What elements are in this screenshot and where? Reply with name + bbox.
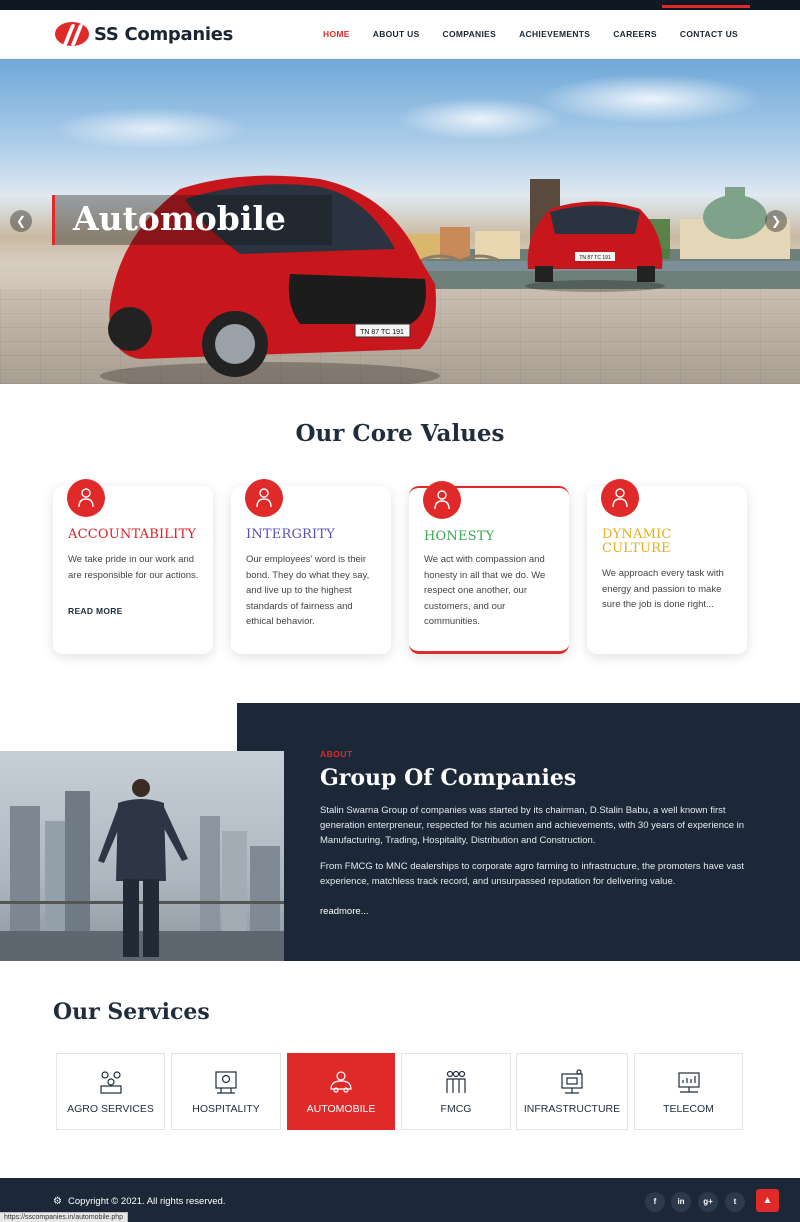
top-strip bbox=[0, 0, 800, 10]
value-card-accountability: ACCOUNTABILITY We take pride in our work… bbox=[53, 479, 213, 654]
value-text: We approach every task with energy and p… bbox=[602, 568, 724, 610]
nav-companies[interactable]: COMPANIES bbox=[443, 29, 497, 39]
nav-contact-us[interactable]: CONTACT US bbox=[680, 29, 738, 39]
nav-about-us[interactable]: ABOUT US bbox=[373, 29, 420, 39]
site-header: SS Companies HOME ABOUT US COMPANIES ACH… bbox=[0, 10, 800, 59]
value-text: Our employees' word is their bond. They … bbox=[246, 554, 370, 627]
telecom-icon bbox=[677, 1072, 700, 1093]
value-text: We take pride in our work and are respon… bbox=[68, 554, 199, 581]
hero-car-rear: TN 87 TC 191 bbox=[525, 201, 665, 292]
next-slide-button[interactable]: ❯ bbox=[765, 210, 787, 232]
logo-text: SS Companies bbox=[94, 23, 234, 45]
about-readmore-link[interactable]: readmore... bbox=[320, 906, 369, 917]
chevron-right-icon: ❯ bbox=[770, 214, 782, 228]
value-card-integrity: INTERGRITY Our employees' word is their … bbox=[231, 479, 391, 654]
hero-caption-text: Automobile bbox=[73, 199, 286, 238]
about-label: ABOUT bbox=[320, 749, 353, 759]
prev-slide-button[interactable]: ❮ bbox=[10, 210, 32, 232]
hero-caption: Automobile bbox=[52, 195, 332, 245]
main-nav: HOME ABOUT US COMPANIES ACHIEVEMENTS CAR… bbox=[300, 29, 738, 39]
logo-mark-icon bbox=[55, 22, 89, 46]
service-fmcg[interactable]: FMCG bbox=[401, 1053, 511, 1130]
about-businessman-image bbox=[0, 751, 284, 961]
service-automobile[interactable]: AUTOMOBILE bbox=[287, 1053, 395, 1130]
service-telecom[interactable]: TELECOM bbox=[634, 1053, 743, 1130]
service-agro[interactable]: AGRO SERVICES bbox=[56, 1053, 165, 1130]
hero-slider: TN 87 TC 191 TN 87 TC 191 Automobile ❮ ❯ bbox=[0, 59, 800, 384]
value-title: ACCOUNTABILITY bbox=[68, 527, 197, 542]
linkedin-icon[interactable]: in bbox=[671, 1192, 691, 1212]
gear-icon: ⚙ bbox=[53, 1196, 62, 1207]
status-bar-url: https://sscompanies.in/automobile.php bbox=[0, 1212, 129, 1222]
copyright-text: Copyright © 2021. All rights reserved. bbox=[67, 1196, 226, 1207]
value-title: HONESTY bbox=[424, 529, 495, 544]
top-accent-bar bbox=[662, 5, 750, 8]
nav-achievements[interactable]: ACHIEVEMENTS bbox=[519, 29, 590, 39]
google-plus-icon[interactable]: g+ bbox=[698, 1192, 718, 1212]
service-hospitality[interactable]: HOSPITALITY bbox=[171, 1053, 281, 1130]
person-badge-icon bbox=[423, 481, 461, 519]
services-title: Our Services bbox=[53, 999, 210, 1025]
value-title: DYNAMIC CULTURE bbox=[602, 527, 672, 556]
nav-careers[interactable]: CAREERS bbox=[613, 29, 657, 39]
about-title: Group Of Companies bbox=[320, 765, 577, 791]
twitter-icon[interactable]: t bbox=[725, 1192, 745, 1212]
service-label: TELECOM bbox=[663, 1103, 714, 1115]
back-to-top-button[interactable]: ▲ bbox=[756, 1189, 779, 1212]
agro-icon bbox=[99, 1071, 122, 1094]
facebook-icon[interactable]: f bbox=[645, 1192, 665, 1212]
service-label: AGRO SERVICES bbox=[67, 1103, 154, 1115]
person-badge-icon bbox=[245, 479, 283, 517]
fmcg-icon bbox=[446, 1070, 466, 1093]
core-values-title: Our Core Values bbox=[295, 420, 505, 447]
read-more-link[interactable]: READ MORE bbox=[68, 606, 123, 616]
automobile-icon bbox=[330, 1071, 352, 1093]
about-paragraph-2: From FMCG to MNC dealerships to corporat… bbox=[320, 861, 744, 887]
logo[interactable]: SS Companies bbox=[55, 22, 233, 46]
person-badge-icon bbox=[601, 479, 639, 517]
infrastructure-icon bbox=[561, 1069, 583, 1094]
service-label: AUTOMOBILE bbox=[306, 1103, 376, 1115]
value-title: INTERGRITY bbox=[246, 527, 336, 542]
value-card-dynamic-culture: DYNAMIC CULTURE We approach every task w… bbox=[587, 479, 747, 654]
value-card-honesty: HONESTY We act with compassion and hones… bbox=[409, 481, 569, 654]
copyright: ⚙ Copyright © 2021. All rights reserved. bbox=[53, 1196, 225, 1207]
rear-plate: TN 87 TC 191 bbox=[579, 255, 611, 261]
front-plate: TN 87 TC 191 bbox=[360, 329, 404, 336]
hospitality-icon bbox=[215, 1071, 237, 1094]
service-label: INFRASTRUCTURE bbox=[523, 1103, 621, 1115]
nav-home[interactable]: HOME bbox=[323, 29, 350, 39]
service-label: FMCG bbox=[440, 1103, 472, 1115]
service-label: HOSPITALITY bbox=[192, 1103, 260, 1115]
service-infrastructure[interactable]: INFRASTRUCTURE bbox=[516, 1053, 628, 1130]
chevron-left-icon: ❮ bbox=[15, 214, 27, 228]
value-text: We act with compassion and honesty in al… bbox=[424, 554, 546, 627]
person-badge-icon bbox=[67, 479, 105, 517]
chevron-up-icon: ▲ bbox=[762, 1195, 773, 1206]
about-paragraph-1: Stalin Swarna Group of companies was sta… bbox=[320, 805, 745, 846]
